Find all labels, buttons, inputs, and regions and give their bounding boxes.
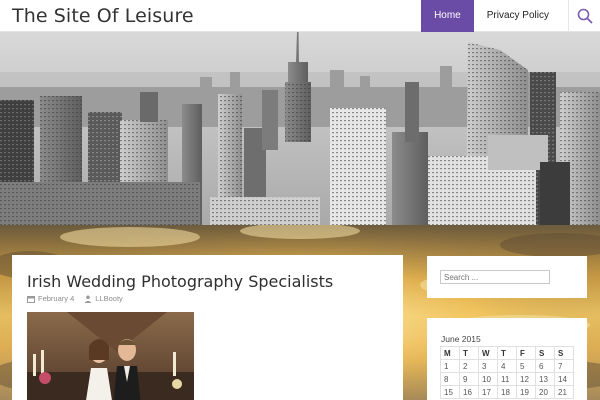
post-featured-image[interactable] [27, 312, 194, 400]
calendar-week-row: 8 9 10 11 12 13 14 [440, 372, 574, 386]
calendar-day-cell: 17 [478, 385, 498, 399]
calendar-widget: June 2015 M T W T F S S 1 2 3 4 5 6 7 8 … [427, 318, 587, 400]
calendar-day-cell: 13 [535, 372, 555, 386]
city-skyline-image [0, 32, 600, 225]
calendar-day-cell: 12 [516, 372, 536, 386]
calendar-week-row: 1 2 3 4 5 6 7 [440, 359, 574, 373]
calendar-day-cell: 11 [497, 372, 517, 386]
calendar-day-cell: 19 [516, 385, 536, 399]
calendar-day-cell: 20 [535, 385, 555, 399]
calendar-day-cell: 10 [478, 372, 498, 386]
site-header: The Site Of Leisure Home Privacy Policy [0, 0, 600, 32]
primary-nav: Home Privacy Policy [421, 0, 562, 32]
post-meta: February 4 LLBooty [27, 294, 133, 303]
calendar-day-cell: 9 [459, 372, 479, 386]
search-icon [577, 8, 593, 24]
calendar-day-cell: 4 [497, 359, 517, 373]
calendar-day-header: M [440, 346, 460, 360]
calendar-caption: June 2015 [441, 334, 481, 344]
calendar-day-header: T [497, 346, 517, 360]
header-image [0, 32, 600, 225]
calendar-week-row: 15 16 17 18 19 20 21 [440, 385, 574, 399]
calendar-day-cell: 6 [535, 359, 555, 373]
calendar-day-cell: 1 [440, 359, 460, 373]
post-author[interactable]: LLBooty [84, 294, 123, 303]
nav-item-home[interactable]: Home [421, 0, 474, 32]
calendar-day-cell: 14 [554, 372, 574, 386]
calendar-day-cell: 3 [478, 359, 498, 373]
wedding-couple-photo [27, 312, 194, 400]
calendar-day-cell: 2 [459, 359, 479, 373]
search-input[interactable] [440, 270, 550, 284]
calendar-icon [27, 295, 35, 303]
person-icon [84, 295, 92, 303]
calendar-day-cell: 15 [440, 385, 460, 399]
calendar-day-cell: 8 [440, 372, 460, 386]
calendar-table: M T W T F S S 1 2 3 4 5 6 7 8 9 10 11 12… [440, 346, 574, 399]
search-toggle-button[interactable] [568, 0, 600, 32]
calendar-day-header: F [516, 346, 536, 360]
calendar-day-header: S [554, 346, 574, 360]
search-widget [427, 256, 587, 298]
post-card: Irish Wedding Photography Specialists Fe… [12, 255, 403, 400]
calendar-day-cell: 7 [554, 359, 574, 373]
post-title[interactable]: Irish Wedding Photography Specialists [27, 272, 333, 291]
nav-item-privacy-policy[interactable]: Privacy Policy [474, 0, 562, 32]
calendar-day-cell: 18 [497, 385, 517, 399]
calendar-day-header: W [478, 346, 498, 360]
calendar-day-cell: 21 [554, 385, 574, 399]
calendar-day-cell: 16 [459, 385, 479, 399]
site-title[interactable]: The Site Of Leisure [12, 5, 194, 27]
post-author-name: LLBooty [95, 294, 123, 303]
calendar-header-row: M T W T F S S [440, 346, 574, 360]
calendar-day-header: T [459, 346, 479, 360]
post-date[interactable]: February 4 [27, 294, 74, 303]
calendar-day-cell: 5 [516, 359, 536, 373]
post-date-text: February 4 [38, 294, 75, 303]
calendar-day-header: S [535, 346, 555, 360]
